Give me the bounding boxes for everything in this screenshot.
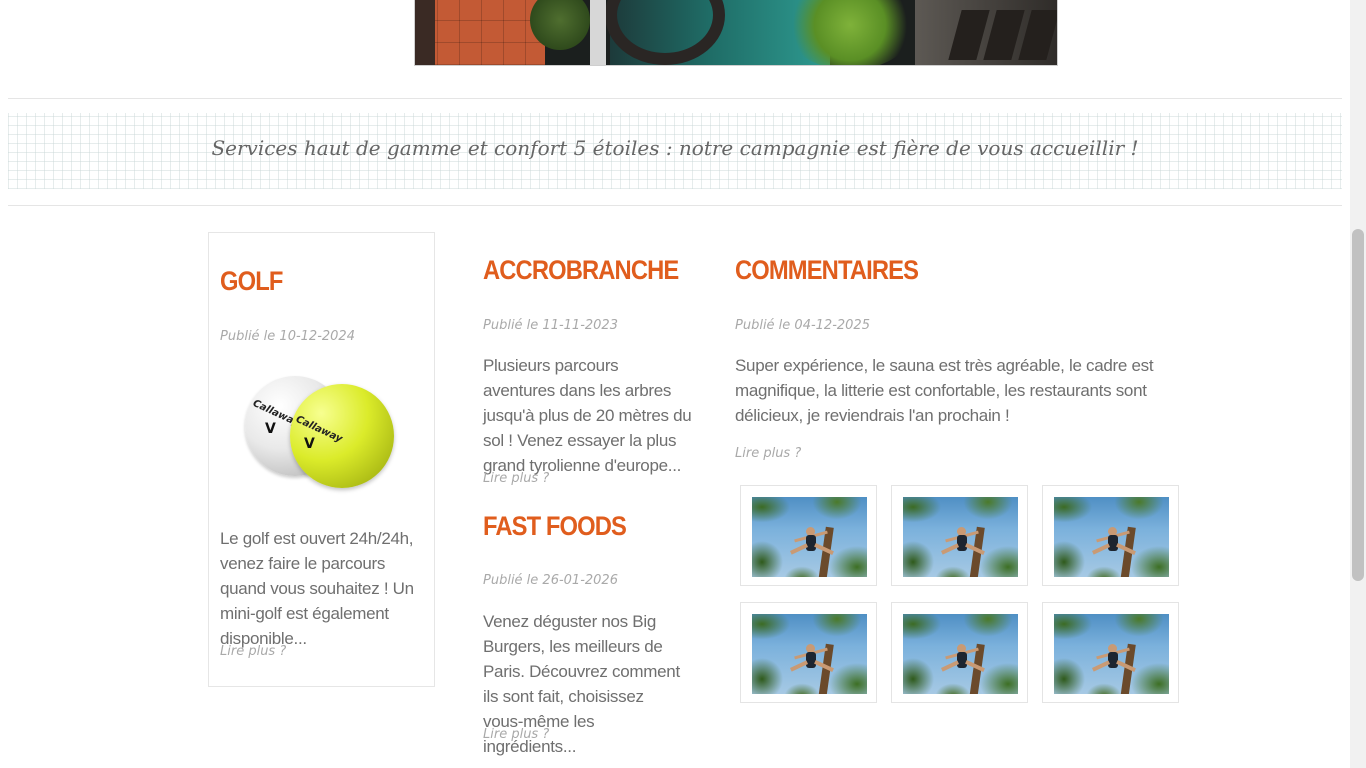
read-more-link[interactable]: Lire plus ? <box>483 727 549 742</box>
article-title-commentaires[interactable]: COMMENTAIRES <box>735 255 919 286</box>
accrobranche-photo <box>903 497 1018 577</box>
divider <box>8 205 1342 206</box>
article-date: Publié le 26-01-2026 <box>483 573 618 588</box>
accrobranche-photo <box>1054 614 1169 694</box>
golf-ball-yellow: Callaway V <box>290 384 394 488</box>
gallery-thumbnail[interactable] <box>740 485 877 586</box>
gallery-thumbnail[interactable] <box>891 602 1028 703</box>
accrobranche-photo <box>752 497 867 577</box>
gallery-thumbnail[interactable] <box>1042 485 1179 586</box>
article-date: Publié le 04-12-2025 <box>735 318 870 333</box>
hero-image <box>414 0 1058 66</box>
read-more-link[interactable]: Lire plus ? <box>220 644 286 659</box>
gallery-thumbnail[interactable] <box>740 602 877 703</box>
divider <box>8 98 1342 99</box>
read-more-link[interactable]: Lire plus ? <box>735 446 801 461</box>
article-excerpt: Le golf est ouvert 24h/24h, venez faire … <box>220 529 414 648</box>
golf-balls-image[interactable]: Callaway V Callaway V <box>240 372 400 506</box>
accrobranche-photo <box>752 614 867 694</box>
article-excerpt: Super expérience, le sauna est très agré… <box>735 356 1154 425</box>
accrobranche-photo <box>1054 497 1169 577</box>
article-date: Publié le 11-11-2023 <box>483 318 618 333</box>
vertical-scrollbar[interactable] <box>1350 0 1366 768</box>
article-excerpt: Plusieurs parcours aventures dans les ar… <box>483 356 692 475</box>
scrollbar-thumb[interactable] <box>1352 229 1364 581</box>
gallery-thumbnail[interactable] <box>891 485 1028 586</box>
accrobranche-photo <box>903 614 1018 694</box>
article-title-golf[interactable]: GOLF <box>220 266 283 297</box>
tagline-text: Services haut de gamme et confort 5 étoi… <box>211 136 1139 160</box>
gallery-thumbnail[interactable] <box>1042 602 1179 703</box>
article-title-fast-foods[interactable]: FAST FOODS <box>483 511 627 542</box>
article-date: Publié le 10-12-2024 <box>220 329 355 344</box>
read-more-link[interactable]: Lire plus ? <box>483 471 549 486</box>
article-title-accrobranche[interactable]: ACCROBRANCHE <box>483 255 679 286</box>
ball-logo-text: Callaway <box>294 413 344 446</box>
